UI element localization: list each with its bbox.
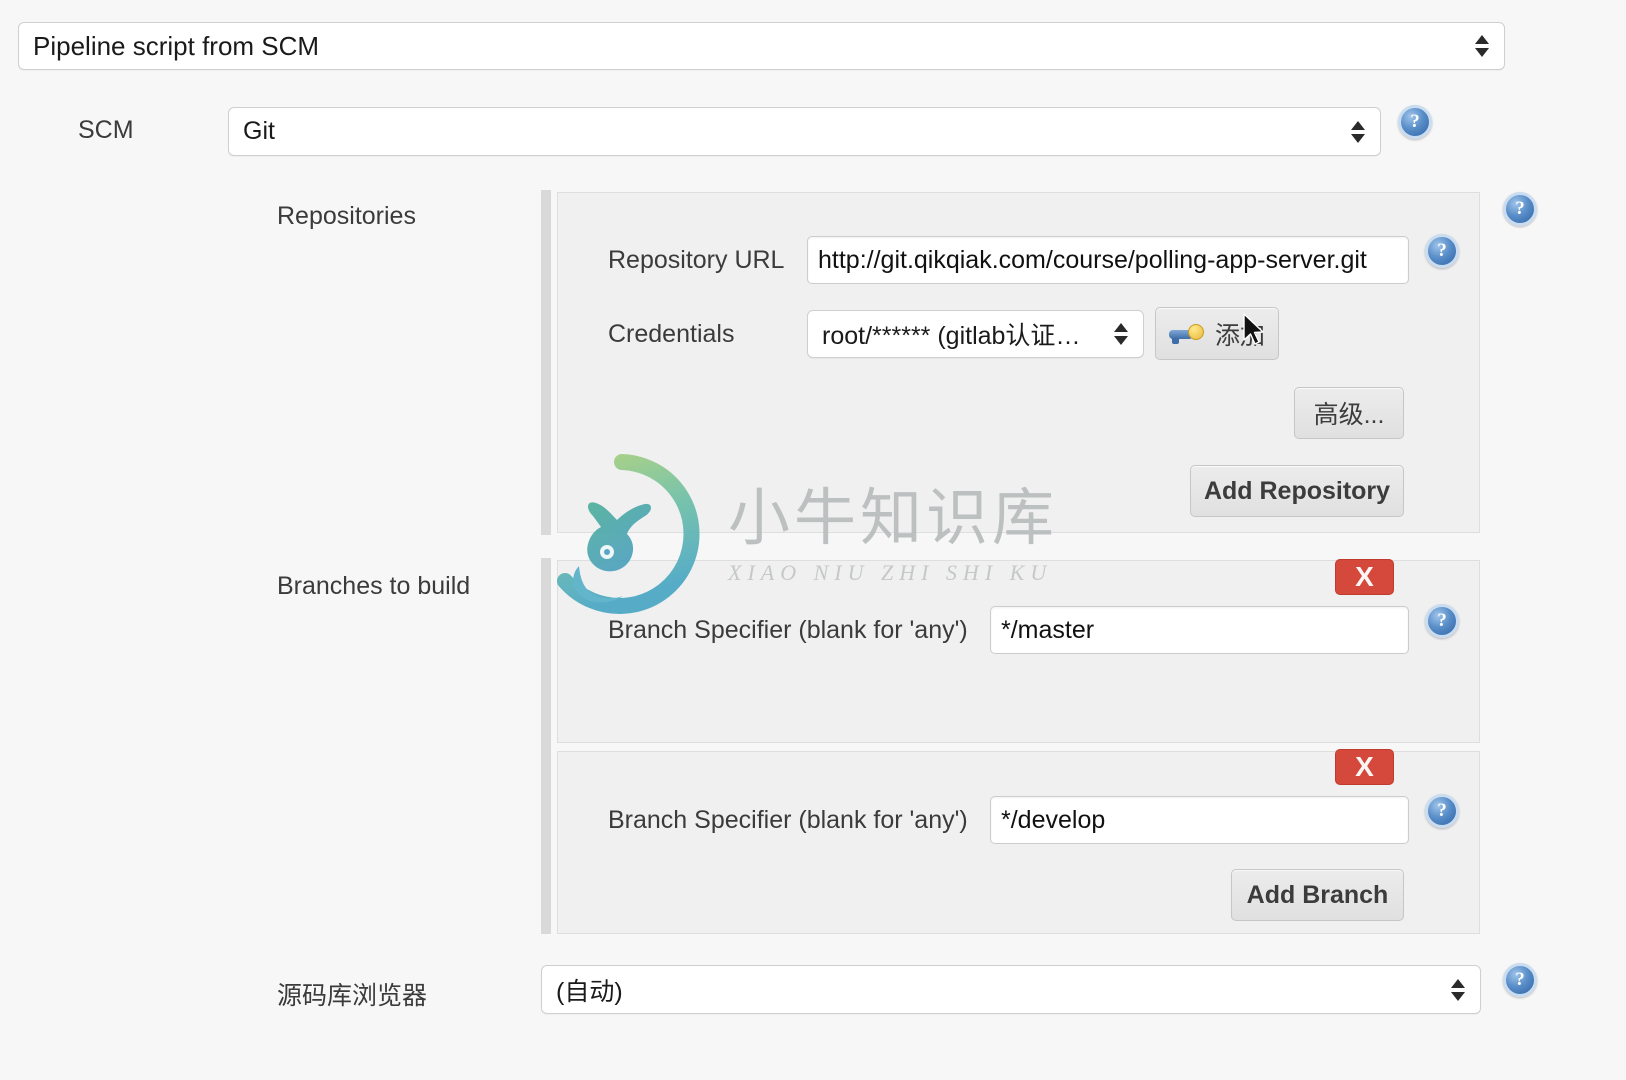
pipeline-definition-value: Pipeline script from SCM [33,30,320,61]
repository-url-label: Repository URL [608,246,785,274]
repository-url-help-icon[interactable]: ? [1425,234,1459,268]
branches-rail [541,558,551,934]
credentials-select[interactable]: root/****** (gitlab认证信息) [807,310,1144,358]
scm-label: SCM [78,116,134,144]
scm-select[interactable]: Git [228,107,1381,156]
repository-browser-value: (自动) [556,977,623,1006]
delete-branch-button[interactable]: X [1335,749,1394,785]
add-credentials-label: 添加 [1214,321,1265,350]
add-repository-button[interactable]: Add Repository [1190,465,1404,517]
repository-browser-label: 源码库浏览器 [277,982,428,1010]
branch-specifier-input[interactable]: */develop [990,796,1409,844]
branches-to-build-label: Branches to build [277,572,471,600]
chevron-updown-icon [1113,319,1129,349]
add-credentials-button[interactable]: 添加 [1155,307,1279,360]
credentials-select-value: root/****** (gitlab认证信息) [822,322,1105,350]
key-icon [1168,321,1205,347]
repositories-label: Repositories [277,202,416,230]
repositories-rail [541,190,551,535]
chevron-updown-icon [1450,975,1466,1005]
branch-specifier-help-icon[interactable]: ? [1425,604,1459,638]
delete-branch-button[interactable]: X [1335,559,1394,595]
repositories-help-icon[interactable]: ? [1503,192,1537,226]
scm-help-icon[interactable]: ? [1398,105,1432,139]
add-branch-button[interactable]: Add Branch [1231,869,1404,921]
branch-specifier-help-icon[interactable]: ? [1425,794,1459,828]
repository-browser-help-icon[interactable]: ? [1503,963,1537,997]
pipeline-definition-select[interactable]: Pipeline script from SCM [18,22,1505,70]
branch-specifier-input[interactable]: */master [990,606,1409,654]
jenkins-pipeline-scm-config: Pipeline script from SCM SCM Git ? Repos… [0,0,1626,1080]
chevron-updown-icon [1350,117,1366,147]
advanced-button[interactable]: 高级... [1294,387,1404,439]
scm-select-value: Git [243,117,275,145]
credentials-label: Credentials [608,320,735,348]
branch-specifier-label: Branch Specifier (blank for 'any') [608,806,968,834]
branch-specifier-label: Branch Specifier (blank for 'any') [608,616,968,644]
chevron-updown-icon [1474,31,1490,61]
repository-browser-select[interactable]: (自动) [541,965,1481,1014]
repository-url-input[interactable]: http://git.qikqiak.com/course/polling-ap… [807,236,1409,284]
